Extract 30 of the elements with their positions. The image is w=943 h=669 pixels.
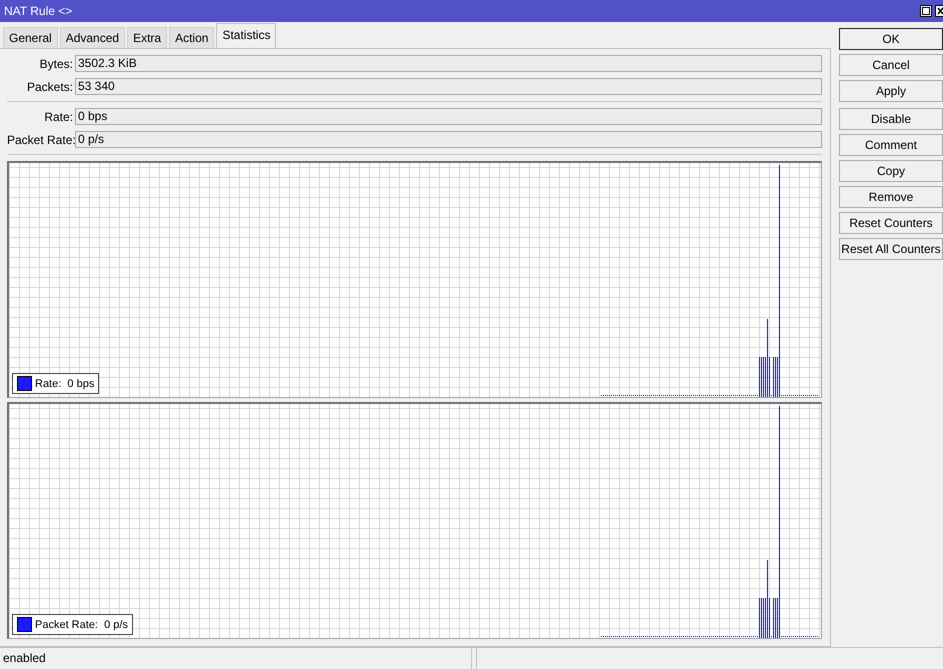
field-label: Packet Rate: bbox=[7, 132, 73, 146]
tab[interactable]: Advanced bbox=[60, 27, 126, 48]
legend-swatch bbox=[17, 376, 32, 391]
field-value: 0 p/s bbox=[75, 131, 822, 148]
dialog-button[interactable]: Disable bbox=[839, 108, 943, 130]
dialog-button[interactable]: Reset All Counters bbox=[839, 238, 943, 260]
close-icon[interactable] bbox=[935, 5, 943, 17]
legend-label: Rate: 0 bps bbox=[35, 378, 94, 390]
status-text: enabled bbox=[0, 648, 472, 669]
dialog-button[interactable]: Cancel bbox=[839, 54, 943, 76]
legend-label: Packet Rate: 0 p/s bbox=[35, 618, 128, 630]
field-label: Bytes: bbox=[38, 56, 73, 70]
dialog-button[interactable]: Remove bbox=[839, 186, 943, 208]
tab[interactable]: Action bbox=[169, 27, 214, 48]
field-label: Rate: bbox=[43, 110, 73, 124]
tab[interactable]: Statistics bbox=[216, 23, 276, 48]
window-title: NAT Rule <> bbox=[3, 4, 74, 18]
dialog-button[interactable]: Apply bbox=[839, 80, 943, 102]
dialog-button[interactable]: Reset Counters bbox=[839, 212, 943, 234]
legend-swatch bbox=[17, 617, 32, 632]
tab[interactable]: Extra bbox=[127, 27, 168, 48]
tab[interactable]: General bbox=[3, 27, 58, 48]
field-value: 53 340 bbox=[75, 78, 822, 95]
field-value: 0 bps bbox=[75, 108, 822, 125]
dialog-button[interactable]: Comment bbox=[839, 134, 943, 156]
dialog-button[interactable]: OK bbox=[839, 28, 943, 50]
field-value: 3502.3 KiB bbox=[75, 55, 822, 72]
maximize-icon[interactable] bbox=[920, 5, 932, 17]
dialog-button[interactable]: Copy bbox=[839, 160, 943, 182]
field-label: Packets: bbox=[26, 80, 73, 94]
